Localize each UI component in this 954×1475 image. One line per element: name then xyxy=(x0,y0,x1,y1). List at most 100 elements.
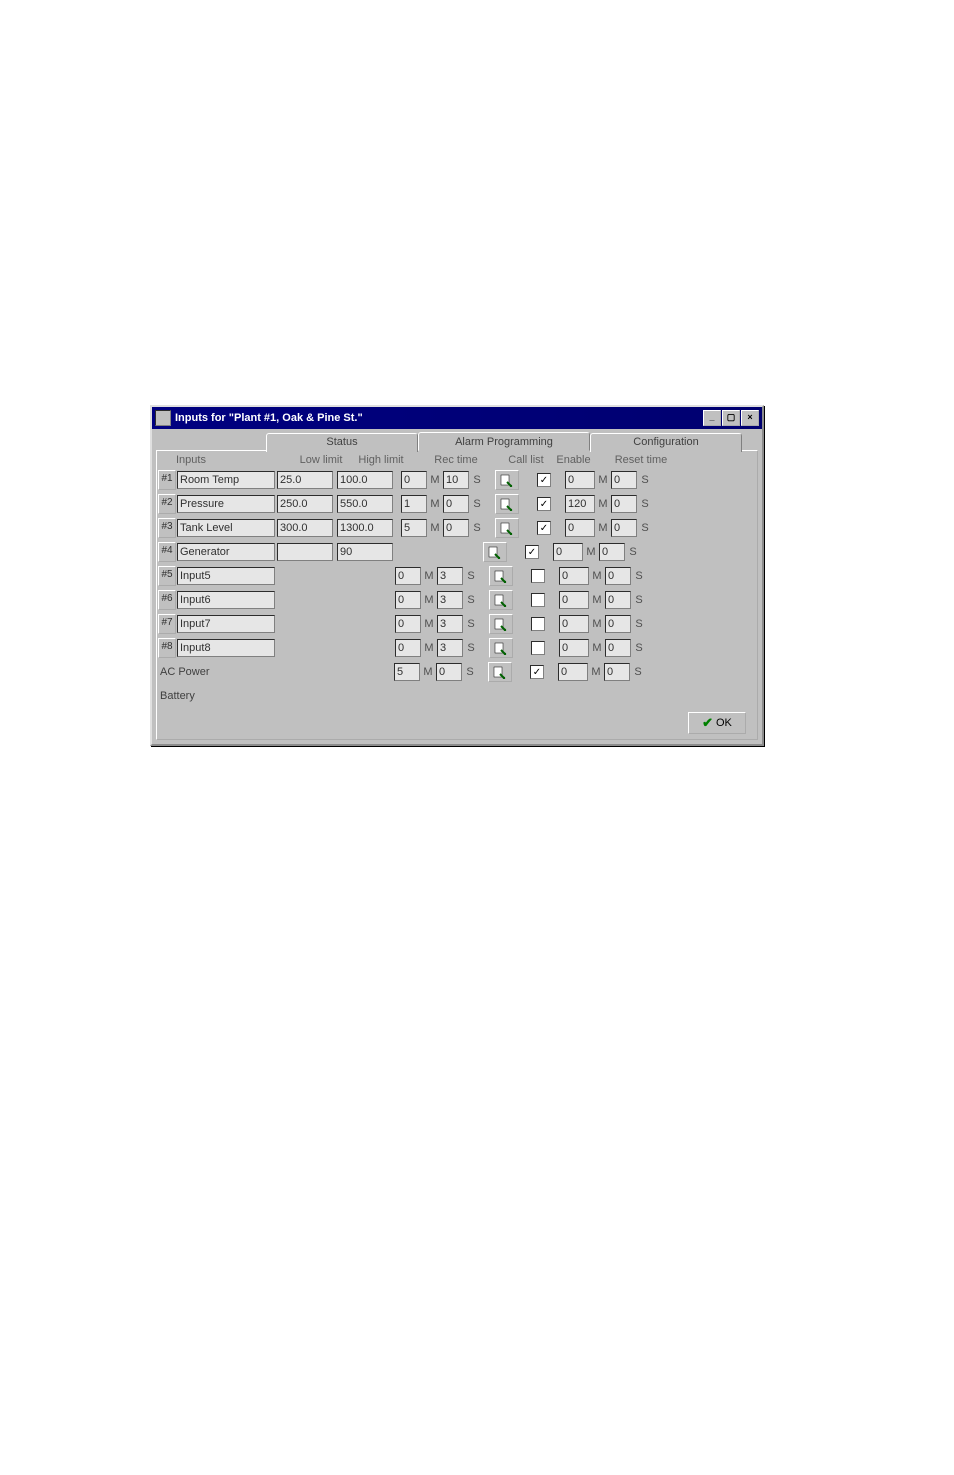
reset-sec-field[interactable]: 0 xyxy=(611,495,637,513)
rectime-sec-field[interactable]: 3 xyxy=(437,567,463,585)
unit-s: S xyxy=(463,570,479,582)
row-number-button[interactable]: #7 xyxy=(158,614,176,634)
unit-m: M xyxy=(420,666,436,678)
input-name-field[interactable]: Input8 xyxy=(177,639,275,657)
rectime-min-field[interactable]: 1 xyxy=(401,495,427,513)
acpower-reset-sec[interactable]: 0 xyxy=(604,663,630,681)
high-limit-field[interactable]: 100.0 xyxy=(337,471,393,489)
call-list-button[interactable] xyxy=(495,470,519,490)
reset-min-field[interactable]: 0 xyxy=(559,615,589,633)
reset-sec-field[interactable]: 0 xyxy=(611,519,637,537)
minimize-button[interactable]: _ xyxy=(703,410,721,426)
ac-power-label: AC Power xyxy=(158,663,274,681)
rectime-min-field[interactable]: 0 xyxy=(395,615,421,633)
maximize-button[interactable]: ▢ xyxy=(722,410,740,426)
tab-alarm-programming[interactable]: Alarm Programming xyxy=(418,432,590,451)
header-rec-time: Rec time xyxy=(411,454,501,466)
acpower-reset-min[interactable]: 0 xyxy=(558,663,588,681)
reset-min-field[interactable]: 120 xyxy=(565,495,595,513)
titlebar[interactable]: Inputs for "Plant #1, Oak & Pine St." _ … xyxy=(152,407,762,429)
ac-power-row: AC Power 5 M 0 S ✓ 0 M 0 S xyxy=(158,660,756,684)
row-number-button[interactable]: #8 xyxy=(158,638,176,658)
low-limit-field[interactable] xyxy=(277,543,333,561)
unit-s: S xyxy=(462,666,478,678)
reset-min-field[interactable]: 0 xyxy=(553,543,583,561)
input-name-field[interactable]: Input7 xyxy=(177,615,275,633)
call-list-button[interactable] xyxy=(489,566,513,586)
unit-s: S xyxy=(469,474,485,486)
close-button[interactable]: × xyxy=(741,410,759,426)
enable-checkbox[interactable] xyxy=(531,641,545,655)
system-menu-icon[interactable] xyxy=(155,410,171,426)
high-limit-field[interactable]: 90 xyxy=(337,543,393,561)
input-row: #2Pressure250.0550.01M0S✓120M0S xyxy=(158,492,756,516)
call-list-button[interactable] xyxy=(495,494,519,514)
reset-sec-field[interactable]: 0 xyxy=(605,639,631,657)
acpower-enable-checkbox[interactable]: ✓ xyxy=(530,665,544,679)
rectime-min-field[interactable]: 0 xyxy=(395,591,421,609)
input-name-field[interactable]: Pressure xyxy=(177,495,275,513)
reset-sec-field[interactable]: 0 xyxy=(599,543,625,561)
call-list-button[interactable] xyxy=(489,590,513,610)
enable-checkbox[interactable] xyxy=(531,569,545,583)
call-list-button[interactable] xyxy=(483,542,507,562)
reset-min-field[interactable]: 0 xyxy=(565,519,595,537)
unit-m: M xyxy=(427,474,443,486)
rectime-sec-field[interactable]: 3 xyxy=(437,591,463,609)
enable-checkbox[interactable]: ✓ xyxy=(537,497,551,511)
row-number-button[interactable]: #3 xyxy=(158,518,176,538)
column-headers: Inputs Low limit High limit Rec time Cal… xyxy=(158,452,756,468)
rectime-sec-field[interactable]: 10 xyxy=(443,471,469,489)
enable-checkbox[interactable]: ✓ xyxy=(537,473,551,487)
reset-sec-field[interactable]: 0 xyxy=(605,567,631,585)
enable-checkbox[interactable]: ✓ xyxy=(537,521,551,535)
tab-configuration[interactable]: Configuration xyxy=(590,433,742,452)
reset-sec-field[interactable]: 0 xyxy=(605,591,631,609)
battery-label: Battery xyxy=(158,687,274,705)
high-limit-field[interactable]: 1300.0 xyxy=(337,519,393,537)
tab-status[interactable]: Status xyxy=(266,433,418,452)
acpower-rectime-sec[interactable]: 0 xyxy=(436,663,462,681)
input-row: #3Tank Level300.01300.05M0S✓0M0S xyxy=(158,516,756,540)
unit-s: S xyxy=(631,594,647,606)
reset-sec-field[interactable]: 0 xyxy=(605,615,631,633)
rectime-min-field[interactable]: 0 xyxy=(395,639,421,657)
rectime-sec-field[interactable]: 3 xyxy=(437,615,463,633)
input-name-field[interactable]: Input6 xyxy=(177,591,275,609)
row-number-button[interactable]: #5 xyxy=(158,566,176,586)
low-limit-field[interactable]: 300.0 xyxy=(277,519,333,537)
call-list-button[interactable] xyxy=(489,638,513,658)
call-list-button[interactable] xyxy=(495,518,519,538)
rectime-min-field[interactable]: 0 xyxy=(401,471,427,489)
call-list-button[interactable] xyxy=(489,614,513,634)
low-limit-field[interactable]: 25.0 xyxy=(277,471,333,489)
row-number-button[interactable]: #6 xyxy=(158,590,176,610)
low-limit-field[interactable]: 250.0 xyxy=(277,495,333,513)
reset-min-field[interactable]: 0 xyxy=(559,591,589,609)
input-name-field[interactable]: Room Temp xyxy=(177,471,275,489)
enable-checkbox[interactable]: ✓ xyxy=(525,545,539,559)
enable-checkbox[interactable] xyxy=(531,593,545,607)
acpower-rectime-min[interactable]: 5 xyxy=(394,663,420,681)
acpower-call-list-button[interactable] xyxy=(488,662,512,682)
unit-m: M xyxy=(427,522,443,534)
enable-checkbox[interactable] xyxy=(531,617,545,631)
row-number-button[interactable]: #2 xyxy=(158,494,176,514)
input-name-field[interactable]: Input5 xyxy=(177,567,275,585)
reset-sec-field[interactable]: 0 xyxy=(611,471,637,489)
rectime-sec-field[interactable]: 0 xyxy=(443,495,469,513)
row-number-button[interactable]: #1 xyxy=(158,470,176,490)
rectime-min-field[interactable]: 0 xyxy=(395,567,421,585)
row-number-button[interactable]: #4 xyxy=(158,542,176,562)
ok-button[interactable]: ✔ OK xyxy=(688,712,746,734)
input-name-field[interactable]: Tank Level xyxy=(177,519,275,537)
rectime-sec-field[interactable]: 3 xyxy=(437,639,463,657)
reset-min-field[interactable]: 0 xyxy=(559,567,589,585)
input-name-field[interactable]: Generator xyxy=(177,543,275,561)
reset-min-field[interactable]: 0 xyxy=(565,471,595,489)
rectime-min-field[interactable]: 5 xyxy=(401,519,427,537)
unit-s: S xyxy=(463,618,479,630)
reset-min-field[interactable]: 0 xyxy=(559,639,589,657)
rectime-sec-field[interactable]: 0 xyxy=(443,519,469,537)
high-limit-field[interactable]: 550.0 xyxy=(337,495,393,513)
